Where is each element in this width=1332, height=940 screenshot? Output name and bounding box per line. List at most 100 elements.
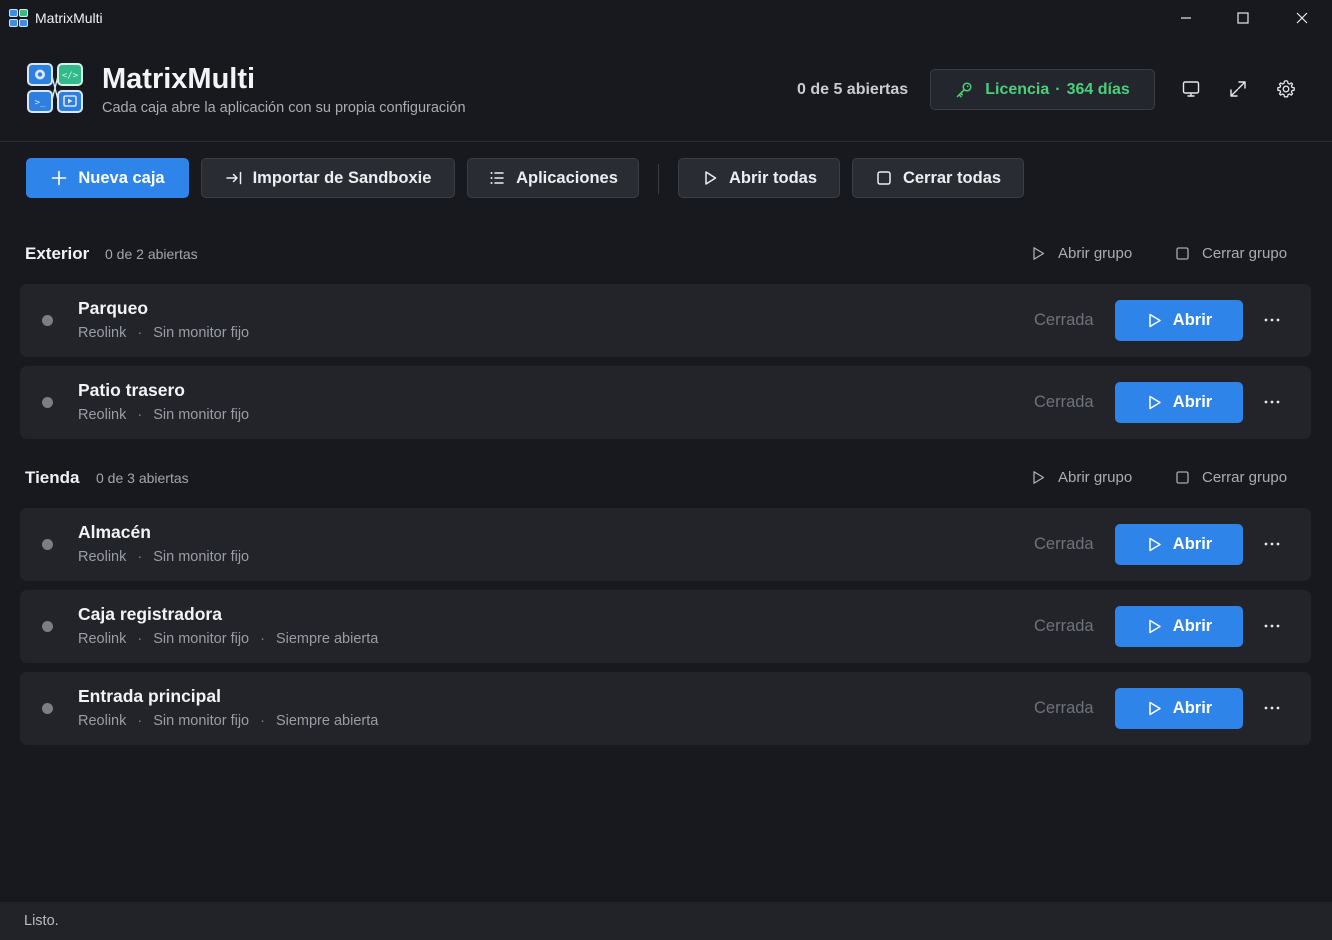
applications-button[interactable]: Aplicaciones (467, 158, 639, 198)
toolbar-divider (658, 164, 659, 194)
group-name: Exterior (25, 244, 90, 263)
box-name: Parqueo (78, 298, 149, 318)
app-subtitle: Cada caja abre la aplicación con su prop… (102, 100, 466, 116)
box-meta: Reolink · Sin monitor fijo (78, 549, 249, 565)
window-title: MatrixMulti (35, 10, 103, 26)
box-name: Almacén (78, 522, 151, 542)
open-box-button[interactable]: Abrir (1115, 524, 1243, 565)
close-all-label: Cerrar todas (902, 168, 1002, 187)
group-count: 0 de 2 abiertas (105, 246, 198, 262)
license-button[interactable]: Licencia · 364 días (930, 69, 1155, 110)
license-label: Licencia (985, 80, 1050, 98)
meta-separator: · (137, 631, 143, 647)
open-box-button[interactable]: Abrir (1115, 688, 1243, 729)
maximize-button[interactable] (1214, 0, 1272, 36)
maximize-icon (1237, 12, 1249, 24)
open-box-label: Abrir (1172, 393, 1213, 411)
play-icon (1033, 247, 1045, 260)
close-group-button[interactable]: Cerrar grupo (1175, 245, 1287, 262)
close-group-label: Cerrar grupo (1202, 469, 1288, 486)
box-state: Cerrada (1034, 311, 1094, 329)
minimize-button[interactable] (1157, 0, 1215, 36)
status-dot (42, 315, 53, 326)
meta-separator: · (137, 407, 143, 423)
status-dot (42, 397, 53, 408)
close-icon (1296, 12, 1308, 24)
app-header: </> >_ MatrixMulti Cada caja abre la apl… (0, 36, 1332, 142)
more-options-button[interactable] (1260, 534, 1284, 554)
open-count: 0 de 5 abiertas (797, 81, 909, 98)
play-icon (1033, 471, 1045, 484)
play-icon (1149, 619, 1161, 634)
play-icon (1149, 313, 1161, 328)
box-state: Cerrada (1034, 617, 1094, 635)
play-icon (1149, 395, 1161, 410)
applications-label: Aplicaciones (516, 168, 618, 187)
gear-icon (1277, 80, 1295, 98)
app-icon (9, 9, 28, 27)
more-options-button[interactable] (1260, 310, 1284, 330)
expand-button[interactable] (1228, 79, 1248, 99)
more-icon (1264, 624, 1280, 628)
monitor-button[interactable] (1181, 79, 1201, 99)
box-app: Reolink (78, 631, 127, 647)
group-header-exterior: Exterior 0 de 2 abiertas Abrir grupo Cer… (25, 244, 1311, 268)
box-monitor: Sin monitor fijo (153, 631, 250, 647)
open-group-button[interactable]: Abrir grupo (1031, 245, 1132, 262)
open-box-button[interactable]: Abrir (1115, 300, 1243, 341)
more-icon (1264, 400, 1280, 404)
box-row[interactable]: Entrada principal Reolink · Sin monitor … (20, 672, 1311, 745)
status-dot (42, 703, 53, 714)
play-icon (1149, 701, 1161, 716)
close-all-button[interactable]: Cerrar todas (852, 158, 1024, 198)
open-box-label: Abrir (1172, 535, 1213, 553)
box-app: Reolink (78, 407, 127, 423)
box-monitor: Sin monitor fijo (153, 713, 250, 729)
close-group-button[interactable]: Cerrar grupo (1175, 469, 1287, 486)
more-icon (1264, 318, 1280, 322)
box-row[interactable]: Almacén Reolink · Sin monitor fijo Cerra… (20, 508, 1311, 581)
group-header-tienda: Tienda 0 de 3 abiertas Abrir grupo Cerra… (25, 468, 1311, 492)
license-separator: · (1055, 80, 1061, 98)
square-icon (1176, 471, 1189, 484)
box-state: Cerrada (1034, 393, 1094, 411)
close-group-label: Cerrar grupo (1202, 245, 1288, 262)
monitor-icon (1182, 81, 1200, 97)
open-box-button[interactable]: Abrir (1115, 382, 1243, 423)
box-monitor: Sin monitor fijo (153, 407, 250, 423)
open-group-label: Abrir grupo (1058, 245, 1133, 262)
box-always-open: Siempre abierta (275, 713, 379, 729)
settings-button[interactable] (1276, 79, 1296, 99)
status-bar: Listo. (0, 902, 1332, 940)
minimize-icon (1181, 17, 1191, 19)
box-meta: Reolink · Sin monitor fijo · Siempre abi… (78, 713, 378, 729)
expand-icon (1230, 81, 1246, 97)
title-bar: MatrixMulti (0, 0, 1332, 36)
open-box-button[interactable]: Abrir (1115, 606, 1243, 647)
meta-separator: · (260, 631, 265, 647)
more-options-button[interactable] (1260, 616, 1284, 636)
box-row[interactable]: Caja registradora Reolink · Sin monitor … (20, 590, 1311, 663)
more-options-button[interactable] (1260, 392, 1284, 412)
more-options-button[interactable] (1260, 698, 1284, 718)
close-button[interactable] (1273, 0, 1331, 36)
box-row[interactable]: Parqueo Reolink · Sin monitor fijo Cerra… (20, 284, 1311, 357)
box-meta: Reolink · Sin monitor fijo (78, 407, 249, 423)
new-box-button[interactable]: Nueva caja (26, 158, 189, 198)
more-icon (1264, 542, 1280, 546)
group-name: Tienda (25, 468, 80, 487)
box-app: Reolink (78, 713, 127, 729)
open-group-button[interactable]: Abrir grupo (1031, 469, 1132, 486)
open-all-button[interactable]: Abrir todas (678, 158, 840, 198)
key-icon (956, 81, 972, 97)
box-state: Cerrada (1034, 699, 1094, 717)
status-dot (42, 621, 53, 632)
box-monitor: Sin monitor fijo (153, 549, 250, 565)
box-state: Cerrada (1034, 535, 1094, 553)
box-row[interactable]: Patio trasero Reolink · Sin monitor fijo… (20, 366, 1311, 439)
play-icon (1149, 537, 1161, 552)
box-meta: Reolink · Sin monitor fijo (78, 325, 249, 341)
import-sandboxie-button[interactable]: Importar de Sandboxie (201, 158, 455, 198)
box-app: Reolink (78, 549, 127, 565)
open-box-label: Abrir (1172, 311, 1213, 329)
